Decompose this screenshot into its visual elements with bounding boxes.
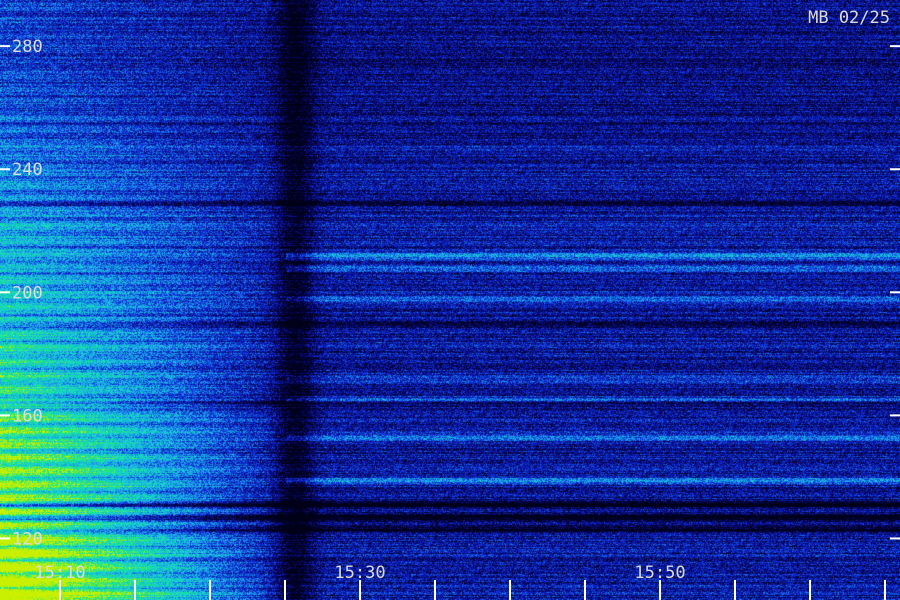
- spectrogram-chart: 120 160 200 240 280 15:10 15:30 15:50 MB 02/25: [0, 0, 900, 600]
- x-tick-label: 15:30: [334, 563, 385, 583]
- chart-title: MB 02/25: [808, 8, 890, 28]
- x-tick-label: 15:10: [34, 563, 85, 583]
- y-tick-label: 280: [12, 37, 43, 57]
- y-tick-label: 120: [12, 529, 43, 549]
- x-tick-label: 15:50: [634, 563, 685, 583]
- y-tick-label: 200: [12, 283, 43, 303]
- y-tick-label: 160: [12, 406, 43, 426]
- y-tick-label: 240: [12, 160, 43, 180]
- spectrogram-heatmap: [0, 0, 900, 600]
